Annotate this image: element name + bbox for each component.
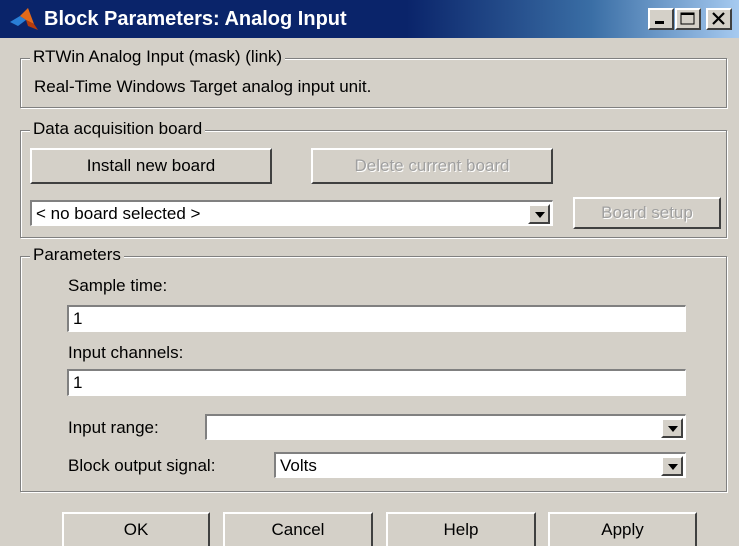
input-channels-input[interactable]: 1 (67, 369, 686, 396)
maximize-button[interactable] (675, 8, 701, 30)
minimize-icon (655, 21, 664, 24)
parameters-legend: Parameters (30, 245, 124, 265)
board-select[interactable]: < no board selected > (30, 200, 553, 226)
maximize-icon (680, 12, 695, 25)
input-range-select[interactable] (205, 414, 686, 440)
chevron-down-icon (535, 212, 545, 218)
close-icon (712, 12, 725, 25)
delete-board-button[interactable]: Delete current board (311, 148, 553, 184)
dialog-window: Block Parameters: Analog Input RTWin Ana… (0, 0, 739, 546)
output-signal-dropdown[interactable] (661, 456, 683, 476)
install-board-button[interactable]: Install new board (30, 148, 272, 184)
board-setup-button[interactable]: Board setup (573, 197, 721, 229)
sample-time-input[interactable]: 1 (67, 305, 686, 332)
input-channels-label: Input channels: (68, 343, 184, 362)
matlab-icon (8, 6, 40, 32)
output-signal-value: Volts (280, 456, 317, 475)
sample-time-label: Sample time: (68, 276, 168, 295)
apply-button[interactable]: Apply (548, 512, 697, 546)
mask-legend: RTWin Analog Input (mask) (link) (30, 47, 286, 67)
window-title: Block Parameters: Analog Input (44, 8, 347, 30)
chevron-down-icon (668, 426, 678, 432)
output-signal-select[interactable]: Volts (274, 452, 686, 478)
cancel-button[interactable]: Cancel (223, 512, 373, 546)
mask-description: Real-Time Windows Target analog input un… (34, 77, 372, 96)
daq-legend: Data acquisition board (30, 119, 206, 139)
close-button[interactable] (706, 8, 732, 30)
board-select-value: < no board selected > (36, 204, 201, 223)
input-range-dropdown[interactable] (661, 418, 683, 438)
help-button[interactable]: Help (386, 512, 536, 546)
title-bar[interactable]: Block Parameters: Analog Input (0, 0, 739, 38)
minimize-button[interactable] (648, 8, 674, 30)
board-select-dropdown[interactable] (528, 204, 550, 224)
input-range-label: Input range: (68, 418, 159, 437)
output-signal-label: Block output signal: (68, 456, 216, 475)
ok-button[interactable]: OK (62, 512, 210, 546)
chevron-down-icon (668, 464, 678, 470)
